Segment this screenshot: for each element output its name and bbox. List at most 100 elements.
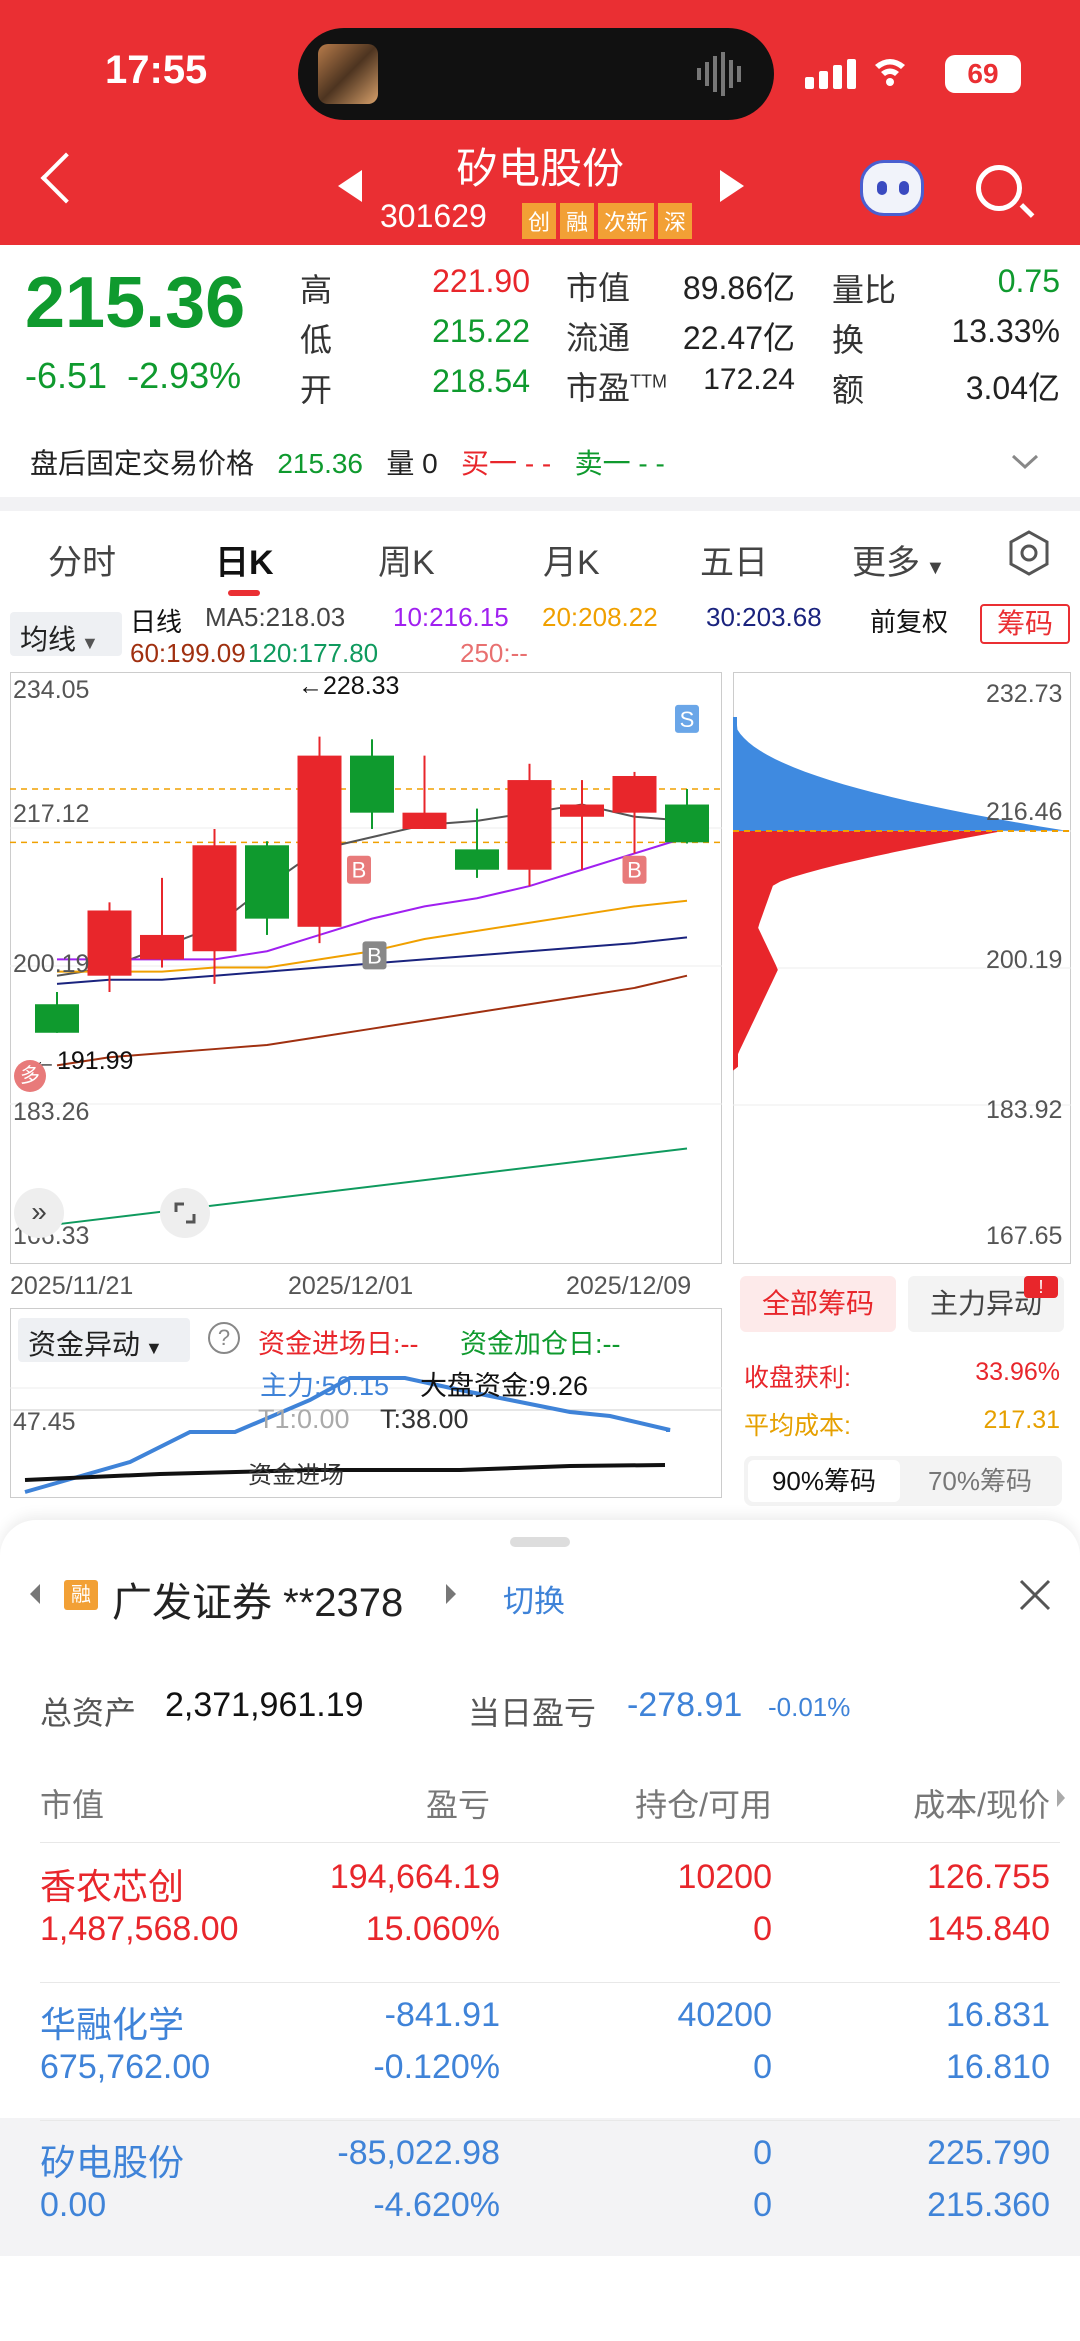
holding-cost: 126.755 xyxy=(927,1858,1050,1896)
holding-market-value: 0.00 xyxy=(40,2186,107,2224)
candle-body xyxy=(402,812,447,829)
holding-pnl: 194,664.19 xyxy=(329,1858,500,1896)
column-scroll-icon[interactable] xyxy=(1056,1788,1066,1808)
pe-value: 172.24 xyxy=(703,363,795,396)
settings-icon[interactable] xyxy=(1008,530,1050,576)
expand-chart-icon[interactable]: » xyxy=(14,1188,64,1238)
avg-cost-label: 平均成本: xyxy=(744,1412,851,1440)
daily-pnl-value: -278.91 xyxy=(627,1686,743,1724)
close-icon[interactable] xyxy=(1018,1578,1052,1612)
fullscreen-icon[interactable] xyxy=(160,1188,210,1238)
ma120-value: 120:177.80 xyxy=(248,638,379,668)
daily-pnl-label: 当日盈亏 xyxy=(468,1695,597,1731)
y-tick-3: 200.19 xyxy=(13,950,90,978)
holding-available: 0 xyxy=(753,2048,772,2086)
fuquan-label[interactable]: 前复权 xyxy=(870,602,948,639)
buy-marker: B xyxy=(352,858,367,883)
candle-body xyxy=(87,910,132,976)
ma120-line xyxy=(56,1147,688,1226)
search-icon[interactable] xyxy=(976,165,1022,211)
chips-90-button[interactable]: 90%筹码 xyxy=(748,1460,900,1502)
float-value: 22.47亿 xyxy=(682,320,795,356)
chips-button[interactable]: 筹码 xyxy=(980,604,1070,644)
daily-pnl-percent: -0.01% xyxy=(768,1692,851,1722)
after-hours-row[interactable]: 盘后固定交易价格 215.36 量 0 买一 - - 卖一 - - xyxy=(30,442,665,482)
expand-chevron-icon[interactable] xyxy=(1010,452,1040,472)
chip-y-tick-5: 167.65 xyxy=(986,1222,1063,1250)
candle-body xyxy=(507,780,552,870)
candle-body xyxy=(665,804,709,843)
switch-account-link[interactable]: 切换 xyxy=(503,1576,565,1621)
next-account-icon[interactable] xyxy=(444,1582,458,1606)
tab-intraday[interactable]: 分时 xyxy=(48,535,116,584)
stock-header: 17:55 69 矽电股份 301629 创 融 次新 深 xyxy=(0,0,1080,245)
account-number: **2378 xyxy=(283,1581,404,1625)
high-marker: ←228.33 xyxy=(298,672,400,700)
open-label: 开 xyxy=(300,372,333,408)
kline-chart[interactable]: B B B S xyxy=(10,672,722,1264)
after-hours-sell: 卖一 - - xyxy=(574,448,665,479)
pe-label: 市盈TTM xyxy=(566,363,667,409)
volume-ratio-label: 量比 xyxy=(832,272,897,308)
candle-body xyxy=(350,755,394,813)
col-market-value: 市值 xyxy=(40,1787,105,1823)
x-tick-3: 2025/12/09 xyxy=(566,1272,692,1300)
next-stock-icon[interactable] xyxy=(720,170,744,202)
ai-assistant-icon[interactable] xyxy=(860,160,924,216)
profit-label: 收盘获利: xyxy=(744,1364,851,1392)
tab-more[interactable]: 更多 ▼ xyxy=(852,535,945,584)
holding-name: 矽电股份 xyxy=(40,2142,185,2183)
prev-account-icon[interactable] xyxy=(28,1582,42,1606)
chip-y-tick-4: 183.92 xyxy=(986,1096,1063,1124)
y-tick-4: 183.26 xyxy=(13,1098,90,1126)
col-pnl: 盈亏 xyxy=(425,1787,490,1823)
col-cost-price[interactable]: 成本/现价 xyxy=(860,1780,1050,1826)
holding-cost: 225.790 xyxy=(927,2134,1050,2172)
music-cover-image xyxy=(318,44,378,104)
holding-pnl: -841.91 xyxy=(384,1996,500,2034)
sell-marker: S xyxy=(680,707,695,732)
alert-badge-icon: ! xyxy=(1024,1276,1058,1298)
period-label: 日线 xyxy=(130,607,183,637)
row-divider xyxy=(40,1982,1060,1983)
last-price: 215.36 xyxy=(25,263,246,343)
main-force-value: 主力:50.15 xyxy=(260,1371,390,1401)
dropdown-caret-icon: ▼ xyxy=(920,557,946,579)
tab-monthly-k[interactable]: 月K xyxy=(543,535,600,584)
tab-weekly-k[interactable]: 周K xyxy=(378,535,435,584)
candle-body xyxy=(560,804,604,817)
holding-available: 0 xyxy=(753,1910,772,1948)
mcap-value: 89.86亿 xyxy=(682,270,795,306)
x-tick-1: 2025/11/21 xyxy=(10,1272,134,1300)
holding-pnl-percent: -4.620% xyxy=(373,2186,500,2224)
total-assets-value: 2,371,961.19 xyxy=(165,1686,364,1724)
tag-shen: 深 xyxy=(658,203,693,239)
chips-70-button[interactable]: 70%筹码 xyxy=(904,1460,1056,1502)
audio-wave-icon xyxy=(697,52,741,96)
low-label: 低 xyxy=(300,322,333,358)
holding-quantity: 10200 xyxy=(677,1858,772,1896)
after-hours-buy: 买一 - - xyxy=(461,448,552,479)
tag-chuang: 创 xyxy=(522,203,557,239)
amount-value: 3.04亿 xyxy=(965,370,1060,406)
tab-five-day[interactable]: 五日 xyxy=(700,535,768,584)
tab-all-chips[interactable]: 全部筹码 xyxy=(740,1276,896,1332)
ma30-value: 30:203.68 xyxy=(706,602,822,632)
tab-more-label: 更多 xyxy=(852,544,920,582)
duo-marker: 多 xyxy=(14,1060,46,1092)
sheet-drag-handle[interactable] xyxy=(510,1537,570,1547)
total-assets-label: 总资产 xyxy=(40,1695,137,1731)
ma60-value: 60:199.09 xyxy=(130,638,246,668)
price-change: -6.51 -2.93% xyxy=(25,355,241,397)
t-value: T:38.00 xyxy=(380,1404,469,1434)
active-tab-indicator xyxy=(228,590,260,596)
section-divider xyxy=(0,497,1080,511)
tab-daily-k[interactable]: 日K xyxy=(215,535,274,584)
indicator-select[interactable]: 均线 ▼ xyxy=(10,612,122,656)
holding-market-value: 675,762.00 xyxy=(40,2048,211,2086)
holding-name: 香农芯创 xyxy=(40,1866,185,1907)
y-tick-2: 217.12 xyxy=(13,800,90,828)
ma5-value: MA5:218.03 xyxy=(205,602,346,632)
ma250-value: 250:-- xyxy=(460,638,528,668)
after-hours-volume: 量 0 xyxy=(386,448,438,479)
